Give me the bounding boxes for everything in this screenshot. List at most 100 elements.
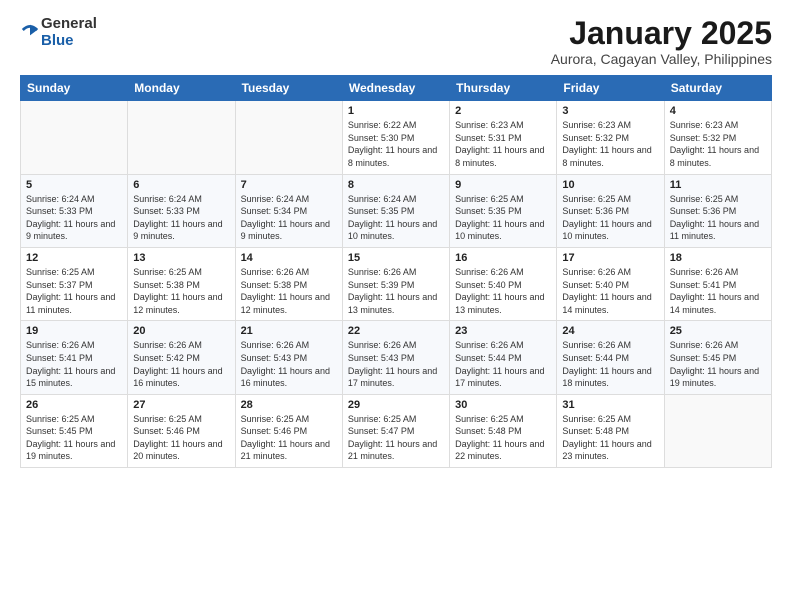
day-info: Sunrise: 6:26 AMSunset: 5:43 PMDaylight:…	[241, 339, 337, 389]
day-number: 10	[562, 179, 658, 191]
day-number: 16	[455, 252, 551, 264]
day-number: 8	[348, 179, 444, 191]
calendar-week-5: 26Sunrise: 6:25 AMSunset: 5:45 PMDayligh…	[21, 394, 772, 467]
day-number: 3	[562, 105, 658, 117]
calendar-header-row: SundayMondayTuesdayWednesdayThursdayFrid…	[21, 76, 772, 101]
day-info: Sunrise: 6:24 AMSunset: 5:33 PMDaylight:…	[26, 193, 122, 243]
calendar-cell: 3 Sunrise: 6:23 AMSunset: 5:32 PMDaylight…	[557, 101, 664, 174]
calendar-week-3: 12Sunrise: 6:25 AMSunset: 5:37 PMDayligh…	[21, 247, 772, 320]
day-number: 23	[455, 325, 551, 337]
calendar-cell: 20Sunrise: 6:26 AMSunset: 5:42 PMDayligh…	[128, 321, 235, 394]
location-subtitle: Aurora, Cagayan Valley, Philippines	[551, 51, 772, 67]
calendar-cell	[664, 394, 771, 467]
day-number: 31	[562, 399, 658, 411]
calendar-cell: 19 Sunrise: 6:26 AMSunset: 5:41 PMDayligh…	[21, 321, 128, 394]
day-number: 27	[133, 399, 229, 411]
calendar-cell: 23 Sunrise: 6:26 AMSunset: 5:44 PMDayligh…	[450, 321, 557, 394]
calendar-cell: 31Sunrise: 6:25 AMSunset: 5:48 PMDayligh…	[557, 394, 664, 467]
day-number: 5	[26, 179, 122, 191]
day-number: 29	[348, 399, 444, 411]
logo-blue-text: Blue	[41, 33, 97, 50]
day-number: 26	[26, 399, 122, 411]
day-number: 4	[670, 105, 766, 117]
weekday-header-wednesday: Wednesday	[342, 76, 449, 101]
weekday-header-monday: Monday	[128, 76, 235, 101]
day-number: 13	[133, 252, 229, 264]
calendar-cell: 26Sunrise: 6:25 AMSunset: 5:45 PMDayligh…	[21, 394, 128, 467]
day-number: 19	[26, 325, 122, 337]
calendar-week-1: 1 Sunrise: 6:22 AMSunset: 5:30 PMDaylight…	[21, 101, 772, 174]
day-info: Sunrise: 6:24 AMSunset: 5:35 PMDaylight:…	[348, 193, 444, 243]
calendar-cell: 30 Sunrise: 6:25 AMSunset: 5:48 PMDayligh…	[450, 394, 557, 467]
day-number: 9	[455, 179, 551, 191]
calendar-cell: 14 Sunrise: 6:26 AMSunset: 5:38 PMDayligh…	[235, 247, 342, 320]
day-info: Sunrise: 6:24 AMSunset: 5:34 PMDaylight:…	[241, 193, 337, 243]
calendar-cell: 21 Sunrise: 6:26 AMSunset: 5:43 PMDayligh…	[235, 321, 342, 394]
calendar-cell: 5 Sunrise: 6:24 AMSunset: 5:33 PMDaylight…	[21, 174, 128, 247]
day-number: 28	[241, 399, 337, 411]
calendar-cell: 13 Sunrise: 6:25 AMSunset: 5:38 PMDayligh…	[128, 247, 235, 320]
calendar-cell	[21, 101, 128, 174]
day-number: 18	[670, 252, 766, 264]
calendar-week-4: 19 Sunrise: 6:26 AMSunset: 5:41 PMDayligh…	[21, 321, 772, 394]
calendar-cell: 29 Sunrise: 6:25 AMSunset: 5:47 PMDayligh…	[342, 394, 449, 467]
calendar-cell: 4 Sunrise: 6:23 AMSunset: 5:32 PMDaylight…	[664, 101, 771, 174]
day-info: Sunrise: 6:25 AMSunset: 5:48 PMDaylight:…	[455, 413, 551, 463]
calendar-cell: 16Sunrise: 6:26 AMSunset: 5:40 PMDayligh…	[450, 247, 557, 320]
calendar-cell: 6Sunrise: 6:24 AMSunset: 5:33 PMDaylight…	[128, 174, 235, 247]
day-info: Sunrise: 6:26 AMSunset: 5:40 PMDaylight:…	[562, 266, 658, 316]
day-info: Sunrise: 6:25 AMSunset: 5:46 PMDaylight:…	[241, 413, 337, 463]
day-info: Sunrise: 6:23 AMSunset: 5:32 PMDaylight:…	[562, 119, 658, 169]
day-info: Sunrise: 6:25 AMSunset: 5:36 PMDaylight:…	[670, 193, 766, 243]
month-title: January 2025	[551, 16, 772, 51]
calendar-cell: 8 Sunrise: 6:24 AMSunset: 5:35 PMDaylight…	[342, 174, 449, 247]
day-info: Sunrise: 6:26 AMSunset: 5:43 PMDaylight:…	[348, 339, 444, 389]
day-info: Sunrise: 6:26 AMSunset: 5:38 PMDaylight:…	[241, 266, 337, 316]
day-info: Sunrise: 6:26 AMSunset: 5:44 PMDaylight:…	[455, 339, 551, 389]
calendar-cell: 25 Sunrise: 6:26 AMSunset: 5:45 PMDayligh…	[664, 321, 771, 394]
day-info: Sunrise: 6:25 AMSunset: 5:35 PMDaylight:…	[455, 193, 551, 243]
day-info: Sunrise: 6:25 AMSunset: 5:37 PMDaylight:…	[26, 266, 122, 316]
logo-general-text: General	[41, 16, 97, 33]
day-info: Sunrise: 6:25 AMSunset: 5:36 PMDaylight:…	[562, 193, 658, 243]
day-number: 1	[348, 105, 444, 117]
calendar-cell: 7 Sunrise: 6:24 AMSunset: 5:34 PMDaylight…	[235, 174, 342, 247]
day-info: Sunrise: 6:26 AMSunset: 5:45 PMDaylight:…	[670, 339, 766, 389]
calendar-cell: 1 Sunrise: 6:22 AMSunset: 5:30 PMDaylight…	[342, 101, 449, 174]
day-info: Sunrise: 6:25 AMSunset: 5:47 PMDaylight:…	[348, 413, 444, 463]
day-info: Sunrise: 6:25 AMSunset: 5:46 PMDaylight:…	[133, 413, 229, 463]
calendar-cell: 27 Sunrise: 6:25 AMSunset: 5:46 PMDayligh…	[128, 394, 235, 467]
calendar-cell: 28 Sunrise: 6:25 AMSunset: 5:46 PMDayligh…	[235, 394, 342, 467]
day-info: Sunrise: 6:26 AMSunset: 5:41 PMDaylight:…	[26, 339, 122, 389]
day-info: Sunrise: 6:23 AMSunset: 5:32 PMDaylight:…	[670, 119, 766, 169]
day-number: 14	[241, 252, 337, 264]
calendar-cell: 10 Sunrise: 6:25 AMSunset: 5:36 PMDayligh…	[557, 174, 664, 247]
day-number: 7	[241, 179, 337, 191]
calendar-cell: 18Sunrise: 6:26 AMSunset: 5:41 PMDayligh…	[664, 247, 771, 320]
weekday-header-saturday: Saturday	[664, 76, 771, 101]
weekday-header-thursday: Thursday	[450, 76, 557, 101]
day-number: 30	[455, 399, 551, 411]
calendar-cell: 15Sunrise: 6:26 AMSunset: 5:39 PMDayligh…	[342, 247, 449, 320]
calendar-cell: 24Sunrise: 6:26 AMSunset: 5:44 PMDayligh…	[557, 321, 664, 394]
day-number: 25	[670, 325, 766, 337]
logo-icon	[21, 21, 39, 39]
day-number: 20	[133, 325, 229, 337]
calendar-cell: 12Sunrise: 6:25 AMSunset: 5:37 PMDayligh…	[21, 247, 128, 320]
day-info: Sunrise: 6:25 AMSunset: 5:38 PMDaylight:…	[133, 266, 229, 316]
title-block: January 2025 Aurora, Cagayan Valley, Phi…	[551, 16, 772, 67]
day-number: 21	[241, 325, 337, 337]
weekday-header-sunday: Sunday	[21, 76, 128, 101]
calendar-week-2: 5 Sunrise: 6:24 AMSunset: 5:33 PMDaylight…	[21, 174, 772, 247]
calendar-cell	[128, 101, 235, 174]
calendar-cell: 22 Sunrise: 6:26 AMSunset: 5:43 PMDayligh…	[342, 321, 449, 394]
day-info: Sunrise: 6:22 AMSunset: 5:30 PMDaylight:…	[348, 119, 444, 169]
weekday-header-tuesday: Tuesday	[235, 76, 342, 101]
day-number: 15	[348, 252, 444, 264]
page-header: General Blue January 2025 Aurora, Cagaya…	[20, 16, 772, 67]
day-number: 22	[348, 325, 444, 337]
day-info: Sunrise: 6:24 AMSunset: 5:33 PMDaylight:…	[133, 193, 229, 243]
calendar-cell: 11Sunrise: 6:25 AMSunset: 5:36 PMDayligh…	[664, 174, 771, 247]
day-number: 24	[562, 325, 658, 337]
day-number: 17	[562, 252, 658, 264]
